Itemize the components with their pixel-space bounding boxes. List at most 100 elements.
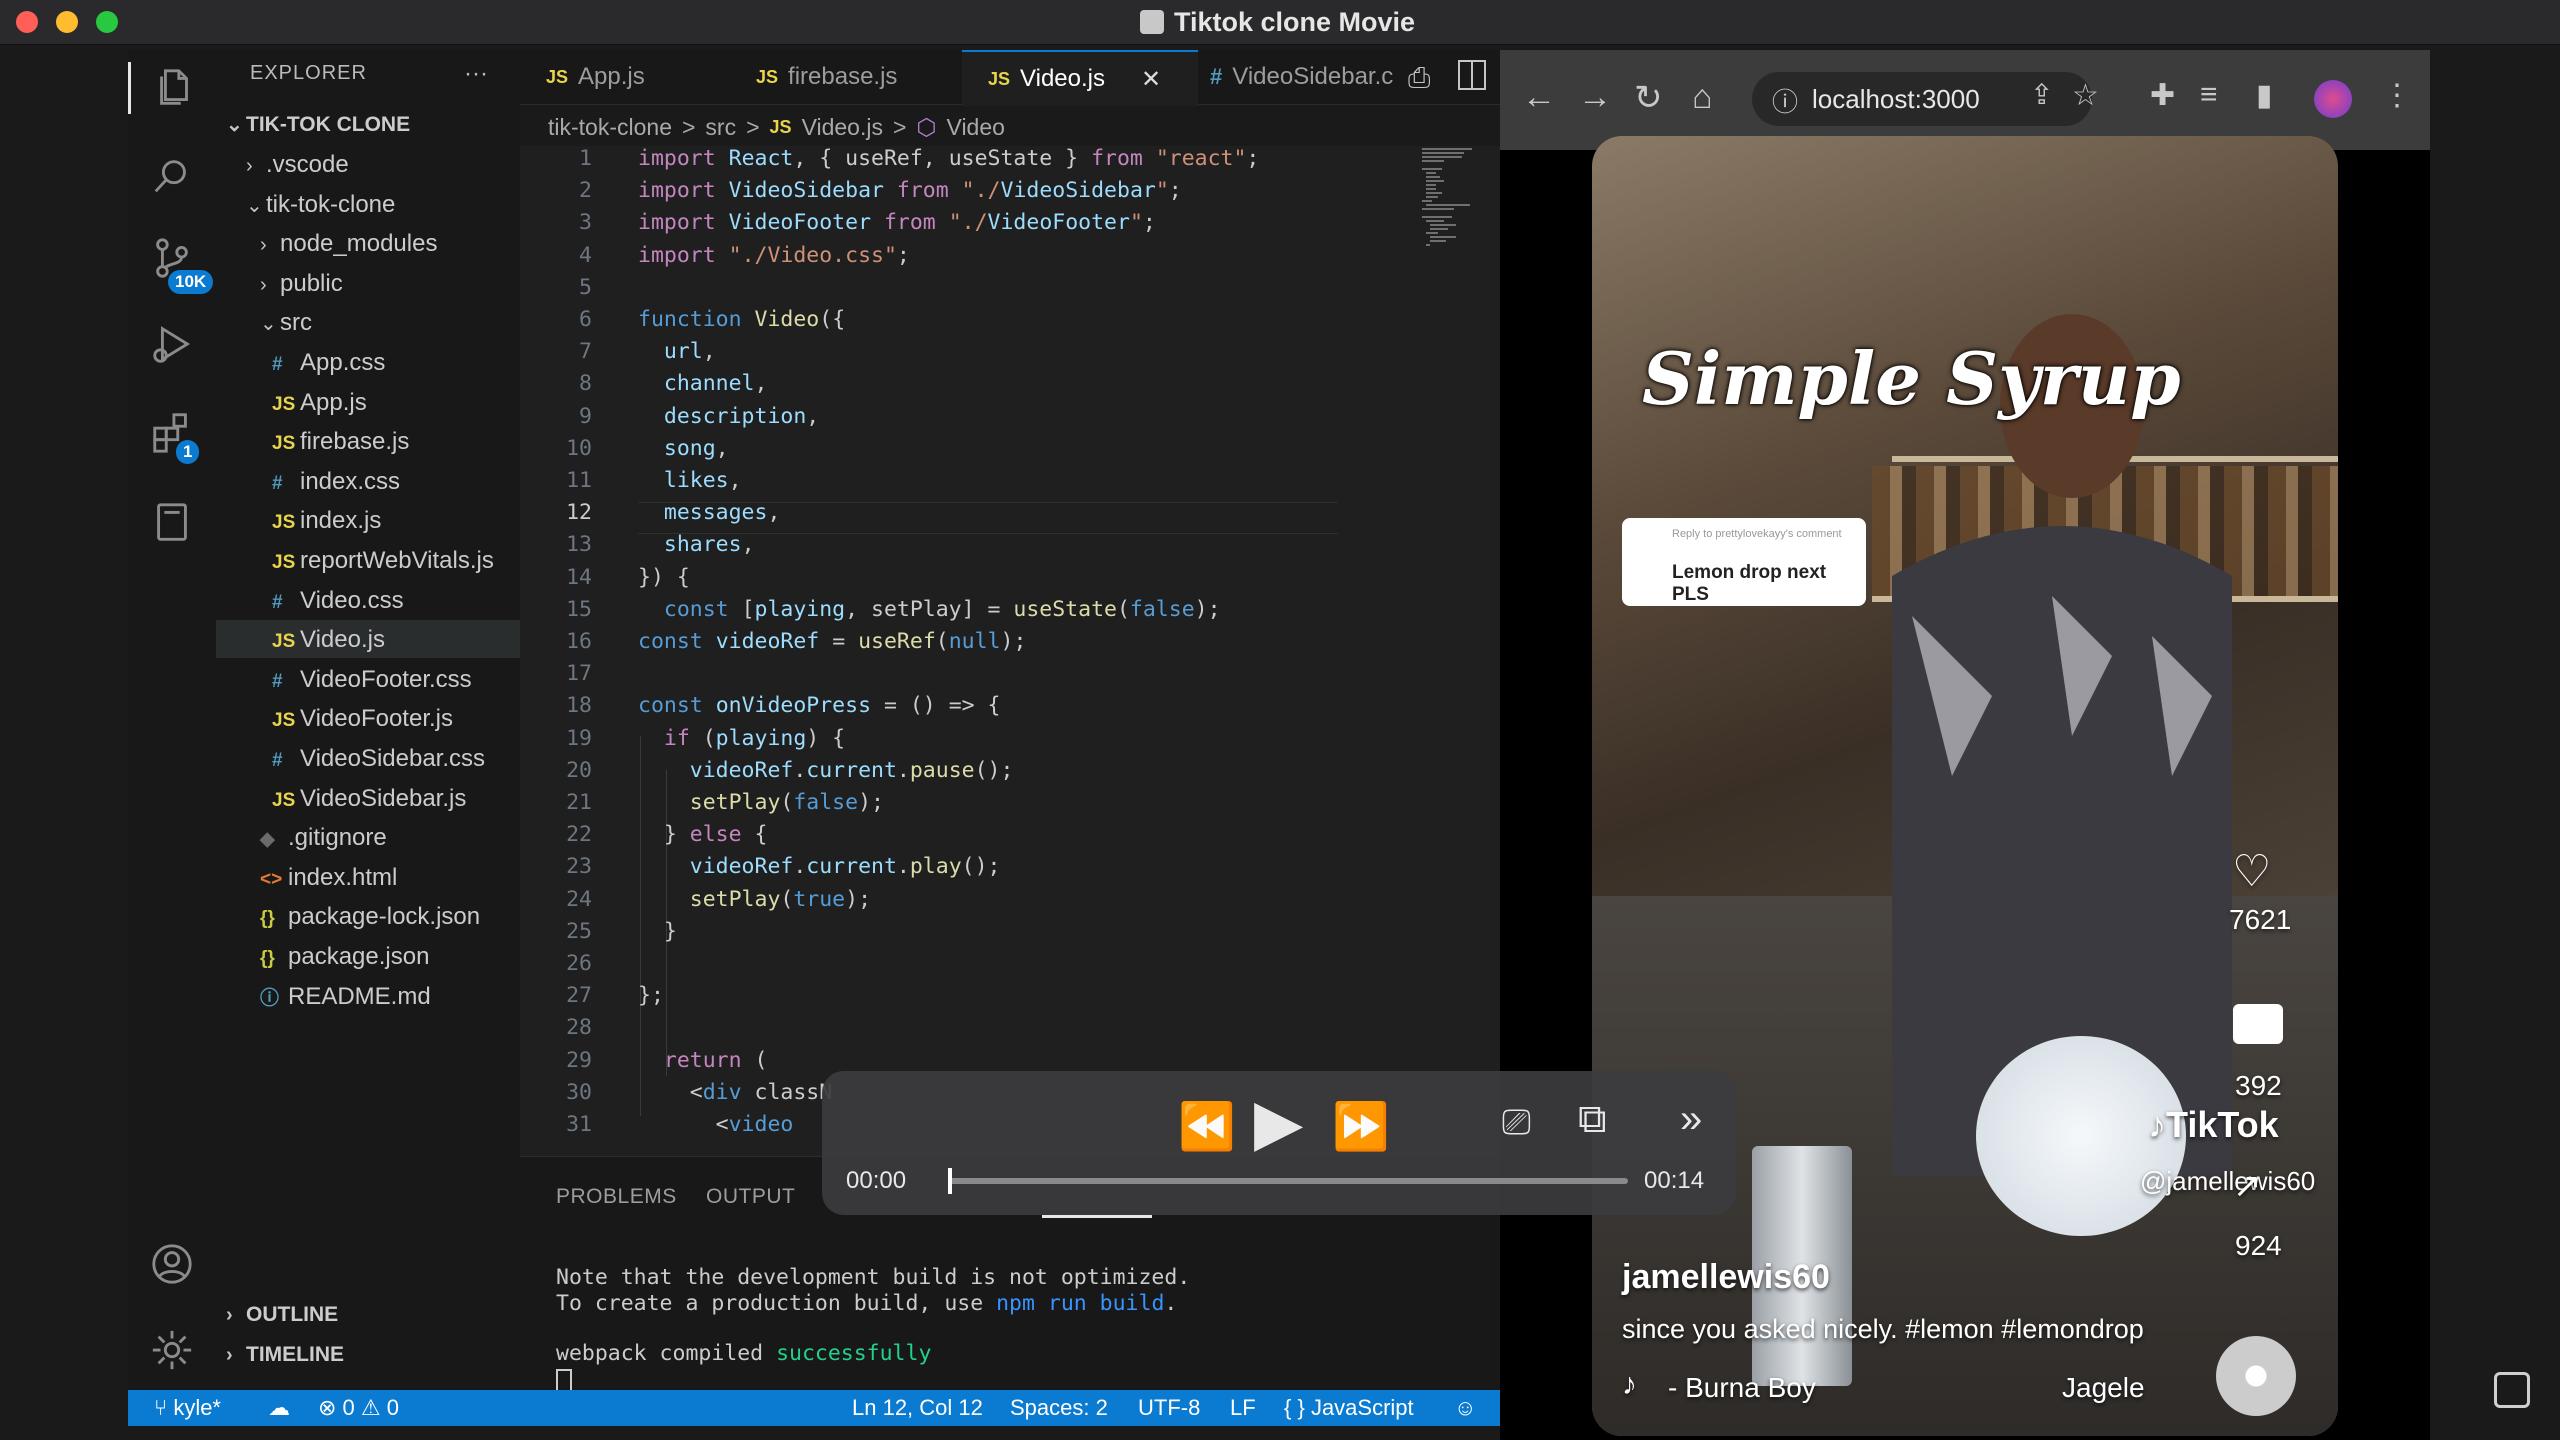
tab-output[interactable]: OUTPUT xyxy=(706,1185,795,1209)
project-root[interactable]: ⌄ TIK-TOK CLONE xyxy=(226,106,410,144)
media-controls-icon[interactable]: ≡ xyxy=(2200,78,2218,112)
minimize-window-button[interactable] xyxy=(56,11,78,33)
close-window-button[interactable] xyxy=(16,11,38,33)
source-control-activity[interactable]: 10K xyxy=(146,232,214,294)
split-editor-icon[interactable] xyxy=(1458,60,1486,90)
video-title-overlay: Simple Syrup xyxy=(1642,336,2181,421)
feedback-icon[interactable]: ☺ xyxy=(1454,1394,1476,1422)
branch-status[interactable]: ⑂ kyle* xyxy=(154,1394,221,1422)
screen-capture-icon[interactable] xyxy=(2494,1372,2530,1408)
problems-status[interactable]: ⊗ 0 ⚠ 0 xyxy=(318,1394,399,1422)
line-number: 10 xyxy=(566,436,592,461)
accounts-activity[interactable] xyxy=(146,1238,198,1290)
sync-icon[interactable]: ☁ xyxy=(268,1394,290,1422)
cursor-position[interactable]: Ln 12, Col 12 xyxy=(852,1394,983,1422)
tree-item[interactable]: ◆ .gitignore xyxy=(260,819,387,857)
eol-status[interactable]: LF xyxy=(1230,1394,1256,1422)
comment-icon[interactable] xyxy=(2233,1004,2283,1044)
bookmark-star-icon[interactable]: ☆ xyxy=(2072,78,2099,113)
progress-track[interactable] xyxy=(948,1168,1628,1194)
tree-item[interactable]: ⌄ src xyxy=(260,304,312,342)
extensions-activity[interactable]: 1 xyxy=(146,406,200,464)
tree-item[interactable]: {} package.json xyxy=(260,938,429,976)
tree-item[interactable]: JS reportWebVitals.js xyxy=(272,542,494,580)
tab-problems[interactable]: PROBLEMS xyxy=(556,1185,677,1209)
files-icon xyxy=(160,69,188,105)
tree-item[interactable]: <> index.html xyxy=(260,859,397,897)
reload-icon[interactable]: ↻ xyxy=(1634,78,1663,118)
breadcrumb-file[interactable]: Video.js xyxy=(802,114,883,141)
close-tab-icon[interactable]: ✕ xyxy=(1141,65,1161,94)
tree-item-label: package.json xyxy=(288,943,430,970)
tree-item-label: Video.css xyxy=(300,587,404,614)
breadcrumb-folder[interactable]: tik-tok-clone xyxy=(548,114,672,141)
picture-in-picture-icon[interactable]: ⧉ xyxy=(1578,1097,1607,1142)
encoding-status[interactable]: UTF-8 xyxy=(1138,1394,1200,1422)
tree-item[interactable]: JS index.js xyxy=(272,502,381,540)
javascript-file-icon: JS xyxy=(272,631,296,652)
share-icon[interactable]: ↗ xyxy=(2233,1166,2262,1206)
javascript-file-icon: JS xyxy=(988,68,1011,89)
tree-item[interactable]: ⌄ tik-tok-clone xyxy=(246,186,395,224)
forward-icon[interactable]: → xyxy=(1578,78,1612,117)
heart-icon[interactable]: ♡ xyxy=(2232,846,2271,897)
tree-item[interactable]: # index.css xyxy=(272,463,400,501)
tab-video-js[interactable]: JS Video.js ✕ xyxy=(962,50,1198,106)
breadcrumb-symbol[interactable]: Video xyxy=(947,114,1005,141)
remote-explorer-activity[interactable] xyxy=(146,496,198,548)
run-debug-activity[interactable] xyxy=(146,318,198,370)
music-disc-icon[interactable] xyxy=(2216,1336,2296,1416)
browser-menu-icon[interactable]: ⋮ xyxy=(2382,78,2412,113)
comment-reply-card: Reply to prettylovekayy's comment Lemon … xyxy=(1622,518,1866,606)
tab-firebase-js[interactable]: JS firebase.js xyxy=(730,50,976,104)
play-icon[interactable]: ▶ xyxy=(1254,1085,1303,1160)
manage-activity[interactable] xyxy=(146,1324,198,1376)
outline-section[interactable]: › OUTLINE xyxy=(226,1296,338,1334)
language-status[interactable]: { } JavaScript xyxy=(1284,1394,1414,1422)
minimap[interactable] xyxy=(1420,146,1500,306)
tree-item[interactable]: JS App.js xyxy=(272,384,367,422)
tree-item[interactable]: JS VideoSidebar.js xyxy=(272,780,466,818)
home-icon[interactable]: ⌂ xyxy=(1692,78,1713,117)
tiktok-video[interactable]: Simple Syrup Reply to prettylovekayy's c… xyxy=(1592,136,2338,1436)
code-line: import React, { useRef, useState } from … xyxy=(638,146,1260,171)
tree-item[interactable]: # VideoSidebar.css xyxy=(272,740,485,778)
channel-name[interactable]: jamellewis60 xyxy=(1622,1258,1830,1297)
more-controls-icon[interactable]: » xyxy=(1680,1097,1702,1142)
rewind-icon[interactable]: ⏪ xyxy=(1178,1099,1235,1154)
notebook-icon xyxy=(157,503,187,541)
tree-item[interactable]: › node_modules xyxy=(260,225,437,263)
tree-item[interactable]: JS VideoFooter.js xyxy=(272,700,453,738)
fast-forward-icon[interactable]: ⏩ xyxy=(1332,1099,1389,1154)
open-preview-icon[interactable]: ⎙ xyxy=(1408,62,1430,95)
profile-avatar[interactable] xyxy=(2314,80,2352,118)
maximize-window-button[interactable] xyxy=(96,11,118,33)
line-number: 1 xyxy=(579,146,592,171)
tab-videosidebar-css[interactable]: # VideoSidebar.c xyxy=(1184,50,1440,104)
more-actions-button[interactable]: ··· xyxy=(464,60,488,88)
progress-handle[interactable] xyxy=(948,1168,952,1194)
tree-item[interactable]: › public xyxy=(260,265,343,303)
share-icon[interactable]: ⇪ xyxy=(2030,78,2053,111)
side-panel-icon[interactable]: ▮ xyxy=(2256,78,2273,113)
code-editor[interactable]: 1 import React, { useRef, useState } from… xyxy=(520,146,1500,1156)
tree-item[interactable]: ⓘ README.md xyxy=(260,978,431,1016)
braces-icon: { } xyxy=(1284,1395,1305,1420)
tree-item[interactable]: {} package-lock.json xyxy=(260,898,480,936)
tree-item[interactable]: # Video.css xyxy=(272,582,404,620)
tree-item[interactable]: # VideoFooter.css xyxy=(272,661,472,699)
search-activity[interactable] xyxy=(146,150,198,202)
airplay-icon[interactable]: ⎚ xyxy=(1502,1101,1531,1144)
explorer-activity[interactable] xyxy=(128,62,219,114)
indentation-status[interactable]: Spaces: 2 xyxy=(1010,1394,1108,1422)
breadcrumb-src[interactable]: src xyxy=(705,114,736,141)
tab-app-js[interactable]: JS App.js xyxy=(520,50,746,104)
tree-item[interactable]: JS Video.js xyxy=(272,621,385,659)
back-icon[interactable]: ← xyxy=(1522,78,1556,117)
extensions-puzzle-icon[interactable]: ✚ xyxy=(2150,78,2175,113)
timeline-section[interactable]: › TIMELINE xyxy=(226,1336,344,1374)
tree-item[interactable]: # App.css xyxy=(272,344,385,382)
tree-item[interactable]: › .vscode xyxy=(246,146,349,184)
tree-item[interactable]: JS firebase.js xyxy=(272,423,409,461)
code-line: const videoRef = useRef(null); xyxy=(638,629,1027,654)
